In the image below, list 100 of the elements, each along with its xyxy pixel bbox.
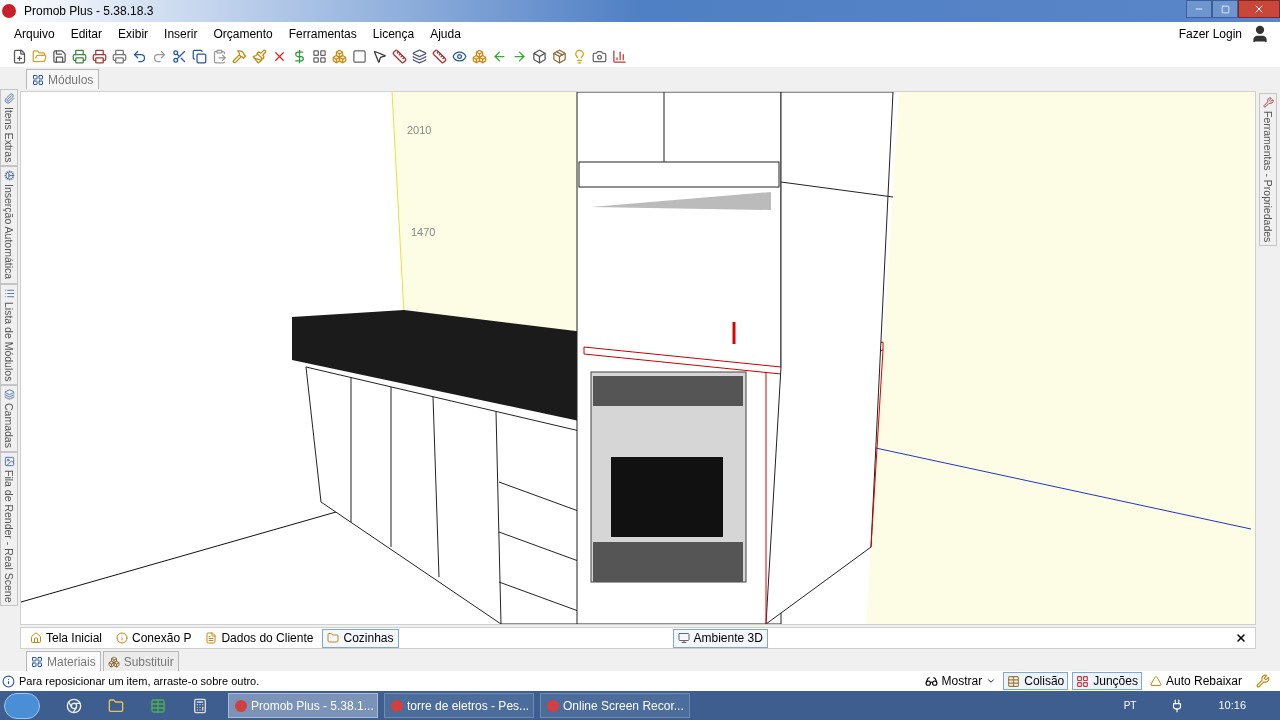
user-icon[interactable] [1250,23,1270,44]
home-icon [30,632,42,644]
redo-icon[interactable] [152,48,167,64]
arrow-right-icon[interactable] [512,48,527,64]
cube-icon[interactable] [532,48,547,64]
pointer-icon[interactable] [372,48,387,64]
grid-icon [1076,674,1090,688]
show-dropdown[interactable]: Mostrar [921,672,1000,690]
printer-icon[interactable] [72,48,87,64]
menu-item[interactable]: Licença [364,24,423,43]
grid-icon[interactable] [312,48,327,64]
menu-item[interactable]: Ajuda [422,24,469,43]
maximize-button[interactable] [1212,0,1238,18]
printer-icon[interactable] [92,48,107,64]
menu-item[interactable]: Ferramentas [280,24,365,43]
folder-icon[interactable] [32,48,47,64]
package-icon[interactable] [552,48,567,64]
ruler-icon[interactable] [392,48,407,64]
tools-icon [1262,97,1274,108]
printer-icon[interactable] [112,48,127,64]
ruler-icon[interactable] [432,48,447,64]
spreadsheet-icon[interactable] [150,697,166,714]
toggle-button[interactable]: Auto Rebaixar [1145,672,1246,690]
cut-icon[interactable] [172,48,187,64]
taskbar-button[interactable]: Online Screen Recor... [540,693,690,718]
copy-icon[interactable] [192,48,207,64]
status-message: Para reposicionar um item, arraste-o sobre outro. [19,673,260,689]
app-icon [547,699,559,712]
folder-icon[interactable] [108,697,124,714]
document-tab[interactable]: Conexão P [111,628,197,648]
toggle-button[interactable]: Junções [1072,672,1142,690]
browser-icon[interactable] [66,697,82,714]
hammer-icon[interactable] [232,48,247,64]
paperclip-icon [3,93,15,104]
side-tab[interactable]: Fila de Render - Real Scene [0,451,18,607]
bottom-panel-tab[interactable]: Substituir [102,651,179,671]
wrench-icon[interactable] [1256,674,1270,688]
toggle-button[interactable]: Colisão [1003,672,1069,690]
lightbulb-icon[interactable] [572,48,587,64]
layers-icon [3,389,15,400]
paste-icon[interactable] [212,48,227,64]
save-icon[interactable] [52,48,67,64]
document-tab[interactable]: Dados do Cliente [200,628,319,648]
view-tab[interactable]: Ambiente 3D [672,628,768,648]
panel-tab[interactable]: Módulos [26,69,100,89]
start-button[interactable] [4,692,40,719]
close-icon [1253,3,1265,15]
app-icon [235,699,247,712]
gear-icon [3,170,15,182]
side-tab[interactable]: Ferramentas - Propriedades [1259,93,1277,247]
viewport[interactable]: 2010 1470 [20,91,1256,625]
boxes-icon [107,655,120,668]
grid-icon [32,73,44,86]
bottom-panel-tab[interactable]: Materiais [26,651,101,671]
side-tab[interactable]: Itens Extras [0,89,18,167]
side-tab[interactable]: Lista de Módulos [0,283,18,385]
eye-icon[interactable] [452,48,467,64]
info-icon [2,674,15,688]
new-file-icon[interactable] [12,48,27,64]
dimension-label: 1470 [411,225,436,240]
maximize-icon [1220,4,1230,14]
app-logo-icon [2,4,16,18]
dimension-label: 2010 [407,123,432,138]
grid-icon [31,655,43,668]
app-icon [391,699,403,712]
camera-icon[interactable] [592,48,607,64]
menu-item[interactable]: Arquivo [6,24,63,43]
undo-icon[interactable] [132,48,147,64]
list-icon [3,287,15,299]
menu-item[interactable]: Orçamento [205,24,281,43]
taskbar-button[interactable]: torre de eletros - Pes... [384,693,534,718]
menu-item[interactable]: Inserir [156,24,206,43]
chart-icon[interactable] [612,48,627,64]
clock[interactable]: 10:16 [1218,697,1246,714]
brush-icon[interactable] [252,48,267,64]
side-tab[interactable]: Inserção Automática [0,166,18,284]
close-icon[interactable] [1235,632,1247,644]
document-tab[interactable]: Tela Inicial [25,628,108,648]
window-title: Promob Plus - 5.38.18.3 [24,3,154,20]
glasses-icon [924,674,938,688]
menu-item[interactable]: Editar [62,24,111,43]
language-indicator[interactable]: PT [1123,698,1137,713]
login-link[interactable]: Fazer Login [1178,24,1242,43]
boxes-icon[interactable] [472,48,487,64]
document-tab[interactable]: Cozinhas [322,628,399,648]
folder-icon [327,632,340,644]
info-icon [116,632,129,644]
boxes-icon[interactable] [332,48,347,64]
side-tab[interactable]: Camadas [0,385,18,452]
minimize-button[interactable] [1186,0,1212,18]
caret-icon [986,676,997,686]
calculator-icon[interactable] [192,697,208,714]
monitor-icon [677,632,690,644]
layers-icon[interactable] [412,48,427,64]
square-icon[interactable] [352,48,367,64]
image-icon [3,455,15,467]
document-icon [205,632,218,644]
close-button[interactable] [1238,0,1280,18]
dollar-icon[interactable] [292,48,307,64]
menu-item[interactable]: Exibir [110,24,157,43]
